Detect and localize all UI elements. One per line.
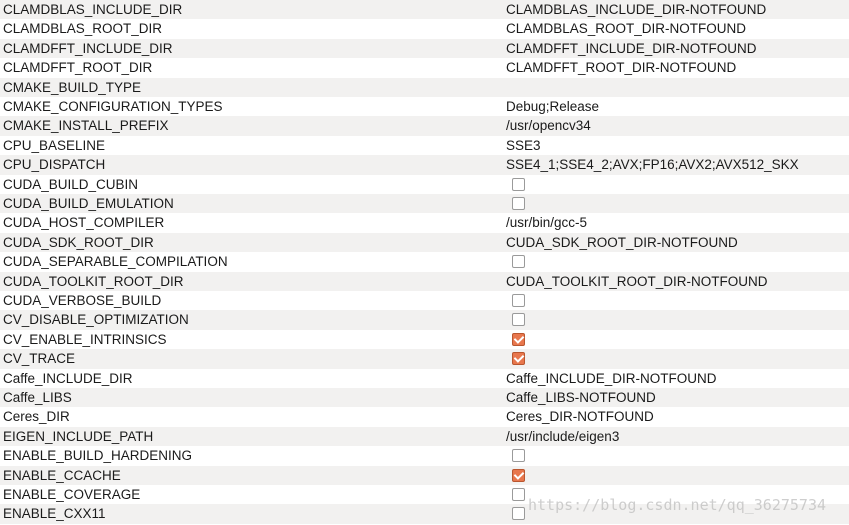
- table-row[interactable]: CUDA_BUILD_CUBIN: [0, 174, 849, 194]
- variable-value[interactable]: /usr/opencv34: [506, 117, 591, 135]
- table-row[interactable]: CUDA_HOST_COMPILER/usr/bin/gcc-5: [0, 213, 849, 233]
- value-checkbox[interactable]: [512, 488, 525, 501]
- value-checkbox[interactable]: [512, 507, 525, 521]
- table-row[interactable]: CUDA_BUILD_EMULATION: [0, 194, 849, 214]
- variable-name: CLAMDBLAS_ROOT_DIR: [3, 21, 163, 37]
- table-row[interactable]: CMAKE_BUILD_TYPE: [0, 77, 849, 97]
- table-row[interactable]: CUDA_TOOLKIT_ROOT_DIR CUDA_TOOLKIT_ROOT_D…: [0, 271, 849, 291]
- variable-value[interactable]: CUDA_SDK_ROOT_DIR-NOTFOUND: [506, 234, 738, 252]
- table-row[interactable]: CMAKE_INSTALL_PREFIX/usr/opencv34: [0, 116, 849, 136]
- variable-name: ENABLE_COVERAGE: [3, 487, 141, 502]
- watermark-text: https://blog.csdn.net/qq_36275734: [528, 496, 827, 514]
- table-row[interactable]: CMAKE_CONFIGURATION_TYPES Debug;Release: [0, 97, 849, 117]
- value-checkbox[interactable]: [512, 197, 525, 210]
- variable-name: CV_DISABLE_OPTIMIZATION: [3, 312, 189, 328]
- variable-name: CPU_DISPATCH: [3, 157, 106, 173]
- table-row[interactable]: CLAMDFFT_INCLUDE_DIR CLAMDFFT_INCLUDE_DIR…: [0, 38, 849, 59]
- variable-value[interactable]: SSE3: [506, 137, 541, 155]
- variable-name: CUDA_SEPARABLE_COMPILATION: [3, 254, 228, 270]
- variable-name: CLAMDFFT_ROOT_DIR: [3, 60, 153, 76]
- variable-name: CUDA_VERBOSE_BUILD: [3, 293, 162, 308]
- variable-value[interactable]: CLAMDFFT_INCLUDE_DIR-NOTFOUND: [506, 40, 757, 58]
- variable-value[interactable]: /usr/bin/gcc-5: [506, 214, 587, 232]
- variable-name: CUDA_HOST_COMPILER: [3, 215, 165, 231]
- value-checkbox[interactable]: [512, 332, 525, 346]
- cmake-variable-table: CLAMDBLAS_INCLUDE_DIR CLAMDBLAS_INCLUDE_D…: [0, 0, 849, 525]
- table-row[interactable]: CV_DISABLE_OPTIMIZATION: [0, 310, 849, 330]
- value-checkbox[interactable]: [512, 294, 525, 307]
- table-row[interactable]: CV_ENABLE_INTRINSICS: [0, 329, 849, 350]
- value-checkbox[interactable]: [512, 255, 525, 269]
- variable-value[interactable]: SSE4_1;SSE4_2;AVX;FP16;AVX2;AVX512_SKX: [506, 156, 799, 174]
- table-row[interactable]: CPU_BASELINE SSE3: [0, 135, 849, 156]
- table-row[interactable]: CLAMDFFT_ROOT_DIR CLAMDFFT_ROOT_DIR-NOTFO…: [0, 58, 849, 78]
- table-row[interactable]: CLAMDBLAS_INCLUDE_DIR CLAMDBLAS_INCLUDE_D…: [0, 0, 849, 20]
- table-row[interactable]: CV_TRACE: [0, 349, 849, 369]
- variable-name: CLAMDFFT_INCLUDE_DIR: [3, 40, 173, 56]
- variable-name: CMAKE_BUILD_TYPE: [3, 79, 142, 95]
- variable-name: CV_ENABLE_INTRINSICS: [3, 331, 167, 347]
- table-row[interactable]: CUDA_SDK_ROOT_DIR CUDA_SDK_ROOT_DIR-NOTFO…: [0, 232, 849, 253]
- variable-value[interactable]: /usr/include/eigen3: [506, 428, 619, 446]
- variable-name: CUDA_TOOLKIT_ROOT_DIR: [3, 273, 184, 289]
- variable-value[interactable]: Ceres_DIR-NOTFOUND: [506, 408, 654, 426]
- variable-value[interactable]: CLAMDBLAS_INCLUDE_DIR-NOTFOUND: [506, 1, 766, 19]
- value-checkbox[interactable]: [512, 468, 525, 482]
- variable-name: EIGEN_INCLUDE_PATH: [3, 428, 154, 444]
- variable-name: CUDA_BUILD_CUBIN: [3, 176, 139, 192]
- variable-name: CMAKE_CONFIGURATION_TYPES: [3, 99, 223, 114]
- variable-name: ENABLE_CXX11: [3, 506, 106, 522]
- variable-value[interactable]: CUDA_TOOLKIT_ROOT_DIR-NOTFOUND: [506, 273, 768, 291]
- variable-name: Caffe_INCLUDE_DIR: [3, 370, 133, 386]
- table-row[interactable]: Caffe_LIBS Caffe_LIBS-NOTFOUND: [0, 388, 849, 408]
- value-checkbox[interactable]: [512, 352, 525, 366]
- variable-name: Caffe_LIBS: [3, 390, 72, 405]
- variable-value[interactable]: Caffe_LIBS-NOTFOUND: [506, 389, 656, 407]
- variable-value[interactable]: CLAMDFFT_ROOT_DIR-NOTFOUND: [506, 59, 736, 77]
- variable-name: ENABLE_BUILD_HARDENING: [3, 448, 193, 464]
- table-row[interactable]: Ceres_DIR Ceres_DIR-NOTFOUND: [0, 407, 849, 427]
- table-row[interactable]: EIGEN_INCLUDE_PATH/usr/include/eigen3: [0, 426, 849, 447]
- value-checkbox[interactable]: [512, 449, 525, 463]
- variable-value[interactable]: CLAMDBLAS_ROOT_DIR-NOTFOUND: [506, 20, 746, 38]
- variable-name: CUDA_BUILD_EMULATION: [3, 196, 174, 211]
- variable-name: CLAMDBLAS_INCLUDE_DIR: [3, 2, 183, 17]
- variable-name: CPU_BASELINE: [3, 137, 106, 153]
- variable-name: CUDA_SDK_ROOT_DIR: [3, 234, 154, 250]
- variable-name: CV_TRACE: [3, 351, 76, 367]
- value-checkbox[interactable]: [512, 177, 525, 191]
- table-row[interactable]: Caffe_INCLUDE_DIR Caffe_INCLUDE_DIR-NOTFO…: [0, 368, 849, 388]
- variable-name: ENABLE_CCACHE: [3, 467, 121, 483]
- table-row[interactable]: CUDA_SEPARABLE_COMPILATION: [0, 252, 849, 272]
- table-row[interactable]: CUDA_VERBOSE_BUILD: [0, 291, 849, 311]
- table-row[interactable]: CLAMDBLAS_ROOT_DIR CLAMDBLAS_ROOT_DIR-NOT…: [0, 19, 849, 39]
- variable-name: CMAKE_INSTALL_PREFIX: [3, 118, 169, 134]
- table-row[interactable]: CPU_DISPATCH SSE4_1;SSE4_2;AVX;FP16;AVX2;…: [0, 155, 849, 175]
- value-checkbox[interactable]: [512, 313, 525, 327]
- variable-name: Ceres_DIR: [3, 409, 70, 425]
- variable-value[interactable]: Caffe_INCLUDE_DIR-NOTFOUND: [506, 370, 717, 388]
- table-row[interactable]: ENABLE_CCACHE: [0, 465, 849, 485]
- variable-value[interactable]: Debug;Release: [506, 98, 599, 116]
- table-row[interactable]: ENABLE_BUILD_HARDENING: [0, 446, 849, 466]
